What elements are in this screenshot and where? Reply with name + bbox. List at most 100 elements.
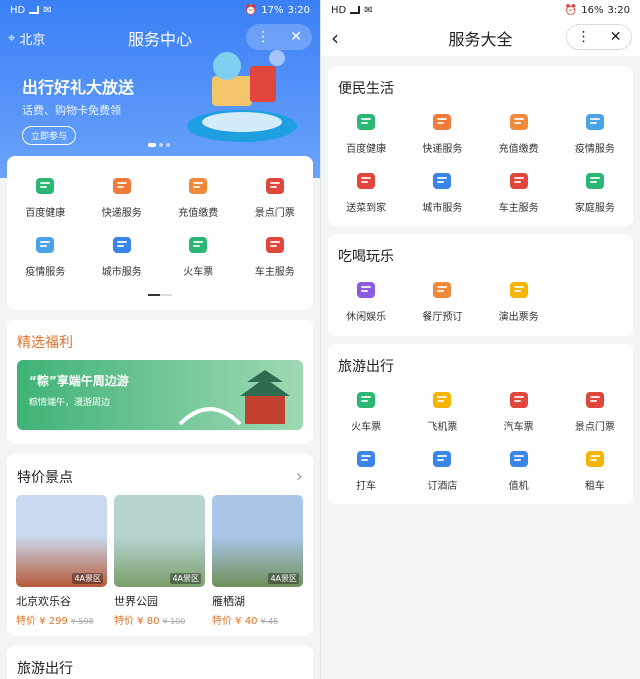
spot-level-badge: 4A景区 [268, 573, 299, 584]
section-card: 便民生活 百度健康 快递服务 充值缴费 疫情服务送菜到家 城市服务 车主服务 家庭服务 [328, 66, 633, 226]
recharge-icon [186, 174, 210, 198]
service-item[interactable]: 充值缴费 [160, 174, 237, 219]
service-item[interactable]: 火车票 [328, 388, 404, 433]
service-grid: 百度健康 快递服务 充值缴费 景点门票疫情服务 城市服务 火车票 车主服务 [7, 156, 313, 278]
banner-illustration [187, 50, 297, 142]
health-icon [354, 110, 378, 134]
service-item[interactable]: 火车票 [160, 233, 237, 278]
original-price: ¥ 100 [162, 617, 186, 626]
service-item[interactable]: 疫情服务 [7, 233, 84, 278]
close-icon[interactable]: ✕ [610, 29, 622, 45]
service-item[interactable]: 休闲娱乐 [328, 278, 404, 323]
spot-name: 世界公园 [114, 595, 158, 608]
checkin-icon [507, 447, 531, 471]
clock: 3:20 [287, 4, 310, 16]
hd-indicator: HD [331, 4, 347, 16]
service-item[interactable]: 城市服务 [84, 233, 161, 278]
service-item[interactable]: 演出票务 [481, 278, 557, 323]
service-grid: 火车票 飞机票 汽车票 景点门票打车 订酒店 值机 租车 [328, 382, 633, 492]
section-title: 便民生活 [338, 81, 394, 97]
recharge-icon [507, 110, 531, 134]
service-label: 景点门票 [574, 422, 615, 433]
temple-icon [583, 388, 607, 412]
cart-icon [430, 110, 454, 134]
spot-photo: 4A景区 [212, 495, 303, 587]
service-label: 演出票务 [498, 312, 539, 323]
dragon-boat-promo[interactable]: “粽”享端午周边游 粽情端午，漫游周边 [17, 360, 303, 430]
service-grid: 百度健康 快递服务 充值缴费 疫情服务送菜到家 城市服务 车主服务 家庭服务 [328, 104, 633, 214]
battery-level: 16% [581, 4, 604, 16]
service-item[interactable]: 家庭服务 [557, 169, 633, 214]
service-item[interactable]: 订酒店 [404, 447, 480, 492]
chevron-right-icon[interactable]: › [296, 466, 303, 487]
service-item[interactable]: 快递服务 [84, 174, 161, 219]
service-label: 火车票 [183, 267, 214, 278]
location-pin-icon: ⌖ [8, 30, 16, 46]
service-item[interactable]: 景点门票 [557, 388, 633, 433]
service-label: 送菜到家 [346, 203, 387, 214]
service-label: 百度健康 [346, 144, 387, 155]
service-label: 火车票 [351, 422, 382, 433]
mic-icon [354, 278, 378, 302]
spot-name: 雁栖湖 [212, 595, 245, 608]
building-icon [430, 169, 454, 193]
spot-card[interactable]: 4A景区世界公园特价 ¥ 80 ¥ 100 [114, 495, 205, 627]
spot-level-badge: 4A景区 [72, 573, 103, 584]
service-item[interactable]: 景点门票 [237, 174, 314, 219]
service-item[interactable]: 百度健康 [7, 174, 84, 219]
mask-icon [583, 110, 607, 134]
temple-icon [263, 174, 287, 198]
original-price: ¥ 45 [260, 617, 279, 626]
special-price: 特价 ¥ 80 [114, 616, 160, 627]
service-label: 汽车票 [503, 422, 534, 433]
service-item[interactable]: 百度健康 [328, 110, 404, 155]
special-price: 特价 ¥ 299 [16, 616, 68, 627]
service-item[interactable]: 值机 [481, 447, 557, 492]
service-item[interactable]: 充值缴费 [481, 110, 557, 155]
welfare-title: 精选福利 [17, 335, 73, 351]
service-item[interactable]: 车主服务 [481, 169, 557, 214]
rental-icon [583, 447, 607, 471]
building-icon [110, 233, 134, 257]
service-item[interactable]: 送菜到家 [328, 169, 404, 214]
service-label: 充值缴费 [498, 144, 539, 155]
location-selector[interactable]: ⌖ 北京 [8, 29, 45, 48]
service-item[interactable]: 汽车票 [481, 388, 557, 433]
spot-card[interactable]: 4A景区 北京欢乐谷 特价 ¥ 299 ¥ 598 [16, 495, 107, 627]
service-item[interactable]: 疫情服务 [557, 110, 633, 155]
service-item[interactable]: 快递服务 [404, 110, 480, 155]
train-icon [186, 233, 210, 257]
section-title: 旅游出行 [338, 359, 394, 375]
service-label: 休闲娱乐 [346, 312, 387, 323]
service-item[interactable]: 飞机票 [404, 388, 480, 433]
service-label: 餐厅预订 [422, 312, 463, 323]
service-catalog-screen: HD ✉ ⏰ 16% 3:20 ‹ 服务大全 ⋮ ✕ 便民生活 百度健康 快递服务 充值缴费… [320, 0, 640, 679]
service-grid: 休闲娱乐 餐厅预订 演出票务 [328, 272, 633, 323]
section-card: 旅游出行 火车票 飞机票 汽车票 景点门票打车 订酒店 值机 租车 [328, 344, 633, 504]
service-label: 家庭服务 [574, 203, 615, 214]
taxi-icon [354, 447, 378, 471]
dining-icon [430, 278, 454, 302]
spot-card[interactable]: 4A景区雁栖湖特价 ¥ 40 ¥ 45 [212, 495, 303, 627]
service-item[interactable]: 餐厅预订 [404, 278, 480, 323]
spot-level-badge: 4A景区 [170, 573, 201, 584]
service-grid-card: 百度健康 快递服务 充值缴费 景点门票疫情服务 城市服务 火车票 车主服务 [7, 156, 313, 310]
join-button[interactable]: 立即参与 [22, 126, 77, 145]
temple-illustration [178, 370, 290, 426]
service-item[interactable]: 打车 [328, 447, 404, 492]
spot-price: 特价 ¥ 40 ¥ 45 [212, 612, 303, 627]
more-icon[interactable]: ⋮ [577, 29, 591, 45]
mail-icon: ✉ [364, 4, 373, 16]
hotel-icon [430, 447, 454, 471]
back-icon[interactable]: ‹ [331, 26, 339, 50]
special-price: 特价 ¥ 40 [212, 616, 258, 627]
section-card: 吃喝玩乐 休闲娱乐 餐厅预订 演出票务 [328, 234, 633, 336]
service-item[interactable]: 城市服务 [404, 169, 480, 214]
mail-icon: ✉ [43, 4, 52, 16]
service-item[interactable]: 车主服务 [237, 233, 314, 278]
train-icon [354, 388, 378, 412]
plane-icon [430, 388, 454, 412]
original-price: ¥ 598 [70, 617, 94, 626]
service-item[interactable]: 租车 [557, 447, 633, 492]
service-label: 车主服务 [254, 267, 295, 278]
